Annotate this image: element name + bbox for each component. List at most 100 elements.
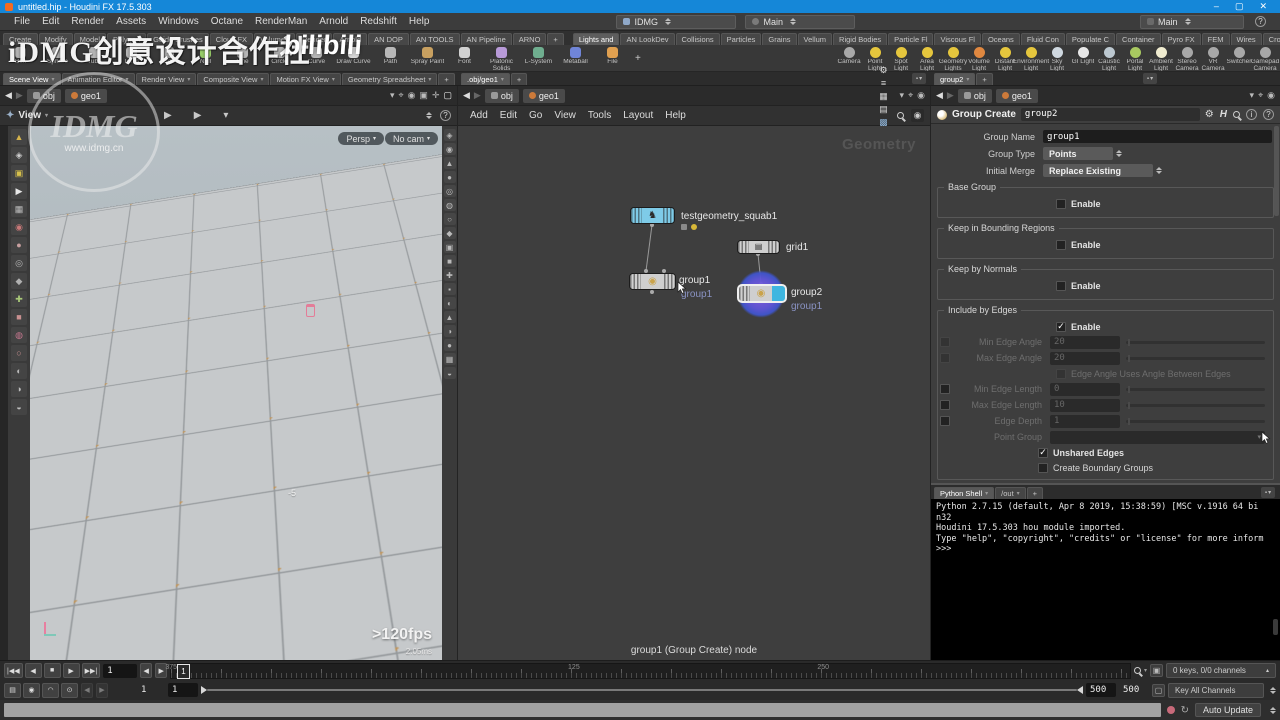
node-grid1[interactable]: ▤ [737, 240, 780, 254]
link-icon[interactable]: ◉ [1267, 90, 1275, 101]
display-option-icon[interactable]: ● [443, 339, 456, 351]
keyframe-tool-icon[interactable]: ▣ [1150, 664, 1163, 678]
shelf-tool[interactable]: Tube [76, 45, 113, 71]
param-value-field[interactable]: 1 [1050, 414, 1120, 428]
pane-menu-icon[interactable]: ▪ ▾ [1143, 73, 1157, 84]
python-shell-output[interactable]: Python 2.7.15 (default, Apr 8 2019, 15:3… [931, 499, 1280, 660]
persp-view-button[interactable]: Persp ▾ [338, 132, 384, 145]
shelf-main-dropdown[interactable]: Main [745, 14, 856, 29]
group-type-dropdown[interactable]: Points [1043, 147, 1113, 160]
shelf-tool[interactable]: Torus [113, 45, 150, 71]
no-cam-button[interactable]: No cam ▾ [384, 132, 438, 145]
viewport-tool-icon[interactable]: ◉ [11, 219, 27, 235]
display-option-icon[interactable]: ◉ [443, 143, 456, 155]
path-crumb-geo1[interactable]: geo1 [64, 88, 107, 103]
shelf-tab[interactable]: Create [3, 33, 38, 45]
section-title[interactable]: Include by Edges [944, 305, 1022, 315]
shelf-tab[interactable]: Crowds [1262, 33, 1280, 45]
param-value-field[interactable]: 0 [1050, 382, 1120, 396]
back-icon[interactable]: ◀ [5, 90, 12, 101]
shelf-tool[interactable]: Null [187, 45, 224, 71]
shelf-tool[interactable]: Font [446, 45, 483, 71]
handle-tool-icon[interactable]: ▶ [194, 110, 202, 121]
close-button[interactable]: ✕ [1259, 1, 1267, 12]
snap-tool-icon[interactable]: ▾ [223, 110, 228, 121]
param-pane-tab[interactable]: group2 ▾ [934, 73, 976, 85]
spinner-icon[interactable] [1156, 167, 1162, 174]
range-end-jump-icon[interactable]: ▶ [96, 682, 108, 698]
shelf-tool[interactable]: Sky Light [1044, 45, 1070, 71]
shelf-tool[interactable]: Draw Curve [335, 45, 372, 71]
refresh-icon[interactable]: ↻ [1181, 705, 1189, 716]
shelf-tool[interactable]: Line [224, 45, 261, 71]
playback-start-field[interactable]: 1 [168, 683, 198, 698]
playback-option-icon[interactable]: ◉ [23, 682, 40, 698]
shelf-tool[interactable]: Box [2, 45, 39, 71]
path-crumb-geo1[interactable]: geo1 [995, 88, 1038, 103]
group-name-input[interactable]: group1 [1043, 130, 1272, 143]
node-group1[interactable]: ◉ [629, 273, 676, 290]
display-option-icon[interactable]: ◒ [443, 367, 456, 379]
shelf-tab[interactable]: Guide Brushes [147, 33, 209, 45]
maximize-button[interactable]: ▢ [1235, 1, 1244, 12]
network-pane-tab[interactable]: .obj/geo1 ▾ [461, 73, 510, 85]
shelf-tab[interactable]: Wires [1230, 33, 1262, 45]
view-mode-dropdown[interactable]: ✦ View ▾ [6, 110, 48, 121]
viewport-tool-icon[interactable]: ◆ [11, 273, 27, 289]
param-toggle-checkbox[interactable] [940, 337, 950, 347]
display-option-icon[interactable]: ▦ [443, 353, 456, 365]
display-option-icon[interactable]: ◑ [443, 325, 456, 337]
pane-tab[interactable]: Render View ▾ [135, 73, 197, 85]
range-end-handle[interactable] [1077, 686, 1083, 695]
shelf-tool[interactable]: VR Camera [1200, 45, 1226, 71]
enable-checkbox[interactable] [1056, 280, 1066, 291]
gear-icon[interactable]: ⚙ [1205, 109, 1214, 120]
path-crumb-obj[interactable]: obj [957, 88, 992, 103]
param-slider[interactable] [1126, 385, 1265, 393]
display-option-icon[interactable]: ○ [443, 213, 456, 225]
shelf-tab[interactable]: Polygon [107, 33, 147, 45]
playback-option-icon[interactable]: ▤ [4, 682, 21, 698]
viewport-tool-icon[interactable]: ◍ [11, 327, 27, 343]
menu-item[interactable]: RenderMan [249, 15, 313, 28]
shelf-tool[interactable]: Curve [298, 45, 335, 71]
shelf-tab[interactable]: Fluid Con [1020, 33, 1065, 45]
minimize-button[interactable]: – [1214, 1, 1219, 12]
param-toggle-checkbox[interactable] [940, 384, 950, 394]
global-range-end-field[interactable]: 500 [1119, 683, 1149, 697]
display-option-icon[interactable]: ◎ [443, 185, 456, 197]
global-range-start-field[interactable]: 1 [137, 683, 165, 697]
shelf-tab[interactable]: Arnold [333, 33, 368, 45]
keys-summary-button[interactable]: 0 keys, 0/0 channels ▴ [1166, 663, 1276, 679]
param-toggle-checkbox[interactable] [940, 353, 950, 363]
shelf-tab[interactable]: Oceans [981, 33, 1020, 45]
viewport-tool-icon[interactable]: ✚ [11, 291, 27, 307]
back-icon[interactable]: ◀ [936, 90, 943, 101]
timeline-search-icon[interactable] [1133, 667, 1141, 675]
pane-tab[interactable]: Scene View ▾ [3, 73, 61, 85]
shelf-set-dropdown[interactable]: IDMG [616, 14, 737, 29]
viewport-tool-icon[interactable]: ▦ [11, 201, 27, 217]
shelf-tab[interactable]: ARNO [512, 33, 547, 45]
dopesheet-icon[interactable]: ▢ [1152, 683, 1165, 697]
param-slider[interactable] [1126, 354, 1265, 362]
param-slider[interactable] [1126, 338, 1265, 346]
param-toggle-checkbox[interactable] [940, 400, 950, 410]
display-option-icon[interactable]: ● [443, 171, 456, 183]
pane-menu-icon[interactable]: ▪ ▾ [1261, 487, 1275, 498]
search-icon[interactable] [1233, 111, 1240, 118]
shell-tab[interactable]: /out ▾ [995, 487, 1026, 499]
display-option-icon[interactable]: ◈ [443, 129, 456, 141]
node-testgeometry-squab1[interactable]: ♞ [630, 207, 675, 224]
param-slider[interactable] [1126, 401, 1265, 409]
menu-item[interactable]: Assets [110, 15, 152, 28]
param-toggle-checkbox[interactable] [940, 416, 950, 426]
param-value-field[interactable]: 20 [1050, 351, 1120, 365]
network-menu-item[interactable]: Go [523, 109, 548, 122]
grid-geometry[interactable] [30, 126, 442, 660]
shelf-tab[interactable]: AN LookDev [620, 33, 675, 45]
enable-checkbox[interactable] [1056, 198, 1066, 209]
node-label[interactable]: group2 [791, 287, 822, 298]
shelf-tab[interactable]: Model [73, 33, 107, 45]
shelf-tab[interactable]: Vellum [797, 33, 833, 45]
